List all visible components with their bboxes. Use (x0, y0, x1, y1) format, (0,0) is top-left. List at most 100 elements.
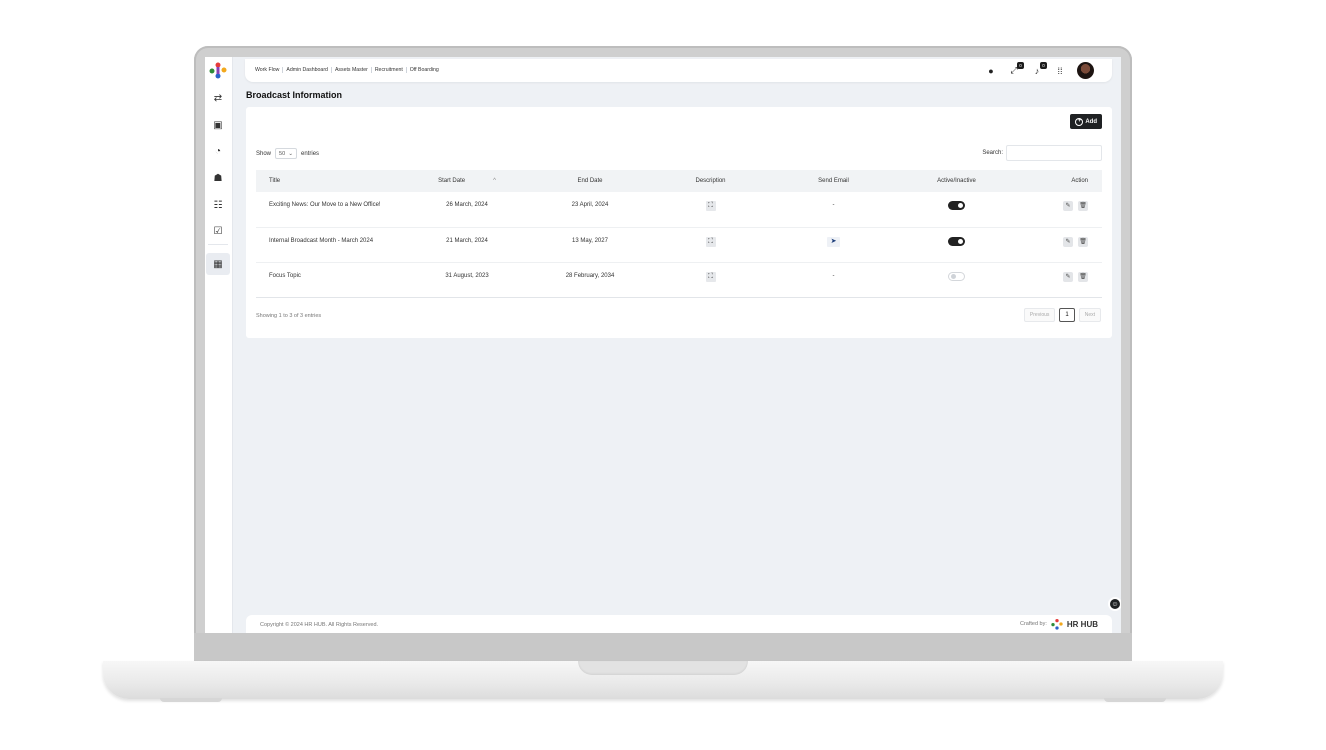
apps-icon[interactable]: ⁞⁞ (1053, 64, 1067, 78)
cell-active (895, 262, 1018, 298)
col-end-date[interactable]: End Date (531, 170, 649, 192)
toggle-knob (958, 238, 963, 244)
sidebar-item-workflow[interactable]: ⇄ (210, 91, 226, 105)
top-icons: ● ⤢ 0 ♪ 0 ⁞⁞ (975, 61, 1094, 79)
sidebar-item-users[interactable]: ☗ (210, 171, 226, 185)
nav-workflow[interactable]: Work Flow (255, 67, 284, 73)
search-box: Search: (982, 145, 1102, 161)
previous-button[interactable]: Previous (1023, 308, 1056, 322)
screen: ⇄ ▣ ◔ ☗ ☷ ☑ ▦ Work Flow Admin Dashboard … (205, 57, 1121, 633)
laptop-foot-left (160, 698, 222, 702)
sidebar-item-broadcast[interactable]: ▦ (206, 253, 230, 275)
sort-asc-icon: ^ (493, 178, 496, 184)
nav-off-boarding[interactable]: Off Boarding (407, 67, 442, 73)
search-input[interactable] (1006, 145, 1102, 161)
table-info: Showing 1 to 3 of 3 entries (256, 313, 322, 319)
sidebar: ⇄ ▣ ◔ ☗ ☷ ☑ ▦ (205, 57, 233, 633)
cell-action: ✎ 🗑 (1018, 227, 1102, 263)
expand-badge: 0 (1017, 61, 1024, 69)
id-card-icon: ▣ (213, 119, 223, 131)
table-row: Focus Topic 31 August, 2023 28 February,… (256, 262, 1102, 298)
checkbox-icon: ☑ (213, 225, 223, 237)
inactive-toggle[interactable] (948, 271, 965, 281)
expand-description-icon[interactable]: ⛶ (705, 271, 716, 282)
cell-title: Exciting News: Our Move to a New Office! (256, 192, 403, 228)
page-button-current[interactable]: 1 (1059, 308, 1075, 322)
cell-send-email: - (772, 192, 895, 228)
expand-description-icon[interactable]: ⛶ (705, 236, 716, 247)
entries-value: 50 (279, 150, 286, 157)
hierarchy-icon: ☷ (213, 199, 223, 211)
sidebar-item-tasks[interactable]: ☑ (210, 224, 226, 238)
broadcast-card: + Add Show 50 ⌄ entries Search: Title St… (246, 107, 1112, 338)
send-icon[interactable]: ➤ (827, 236, 840, 247)
gauge-icon: ◔ (214, 145, 222, 157)
laptop-foot-right (1104, 698, 1166, 702)
cell-active (895, 227, 1018, 263)
col-title[interactable]: Title (256, 170, 403, 192)
next-button[interactable]: Next (1078, 308, 1101, 322)
cell-active (895, 192, 1018, 228)
trash-icon[interactable]: 🗑 (1078, 236, 1088, 247)
chat-icon[interactable]: ● (984, 64, 998, 78)
bell-icon[interactable]: ♪ 0 (1030, 61, 1047, 78)
page-title: Broadcast Information (246, 90, 343, 100)
toggle-knob (958, 203, 963, 208)
broadcast-table: Title Start Date ^ End Date Description S… (256, 170, 1102, 298)
hrhub-footer-logo-icon (1051, 619, 1063, 630)
cell-end-date: 23 April, 2024 (531, 192, 649, 228)
col-action[interactable]: Action (1018, 170, 1102, 192)
nav-recruitment[interactable]: Recruitment (372, 67, 407, 73)
trash-icon[interactable]: 🗑 (1078, 271, 1088, 282)
sidebar-item-dashboard[interactable]: ◔ (210, 144, 226, 158)
col-active[interactable]: Active/Inactive (895, 170, 1018, 192)
footer-brand: HR HUB (1066, 619, 1098, 629)
cell-title: Focus Topic (256, 262, 403, 298)
edit-icon[interactable]: ✎ (1063, 236, 1073, 247)
col-start-date[interactable]: Start Date ^ (403, 170, 531, 192)
cell-description: ⛶ (649, 262, 772, 298)
cell-start-date: 26 March, 2024 (403, 192, 531, 228)
active-toggle[interactable] (948, 236, 965, 246)
sidebar-item-id-card[interactable]: ▣ (210, 118, 226, 132)
cell-description: ⛶ (649, 227, 772, 263)
sidebar-item-hierarchy[interactable]: ☷ (210, 198, 226, 212)
top-navbar: Work Flow Admin Dashboard Assets Master … (245, 59, 1112, 82)
calendar-icon: ▦ (213, 258, 223, 270)
expand-icon[interactable]: ⤢ 0 (1007, 61, 1024, 78)
support-chat-icon[interactable]: ☺ (1108, 597, 1121, 611)
search-label: Search: (982, 150, 1003, 156)
footer-crafted: Crafted by: HR HUB (1020, 618, 1098, 630)
trash-icon[interactable]: 🗑 (1078, 201, 1088, 211)
toggle-knob (951, 273, 956, 279)
cell-action: ✎ 🗑 (1018, 192, 1102, 228)
nav-assets-master[interactable]: Assets Master (332, 67, 372, 73)
edit-icon[interactable]: ✎ (1063, 201, 1073, 211)
cell-end-date: 28 February, 2034 (531, 262, 649, 298)
col-description[interactable]: Description (649, 170, 772, 192)
cell-send-email: - (772, 262, 895, 298)
col-start-date-label: Start Date (438, 178, 466, 184)
add-button[interactable]: + Add (1070, 114, 1102, 129)
pagination: Previous 1 Next (1023, 308, 1101, 322)
top-nav-links: Work Flow Admin Dashboard Assets Master … (255, 67, 442, 73)
users-icon: ☗ (213, 172, 223, 184)
table-header-row: Title Start Date ^ End Date Description S… (256, 170, 1102, 192)
laptop-notch (578, 661, 748, 675)
entries-select[interactable]: 50 ⌄ (275, 148, 298, 159)
expand-description-icon[interactable]: ⛶ (705, 201, 716, 211)
col-send-email[interactable]: Send Email (772, 170, 895, 192)
hrhub-logo-icon[interactable] (208, 61, 228, 79)
nav-admin-dashboard[interactable]: Admin Dashboard (283, 67, 332, 73)
chevron-down-icon: ⌄ (288, 150, 294, 157)
user-avatar[interactable] (1077, 62, 1094, 79)
sidebar-divider (208, 244, 228, 245)
cell-start-date: 21 March, 2024 (403, 227, 531, 263)
cell-start-date: 31 August, 2023 (403, 262, 531, 298)
footer-copyright: Copyright © 2024 HR HUB. All Rights Rese… (260, 622, 379, 628)
cell-title: Internal Broadcast Month - March 2024 (256, 227, 403, 263)
add-button-label: Add (1085, 118, 1097, 125)
plus-circle-icon: + (1075, 117, 1084, 126)
edit-icon[interactable]: ✎ (1063, 271, 1073, 282)
active-toggle[interactable] (948, 201, 965, 210)
